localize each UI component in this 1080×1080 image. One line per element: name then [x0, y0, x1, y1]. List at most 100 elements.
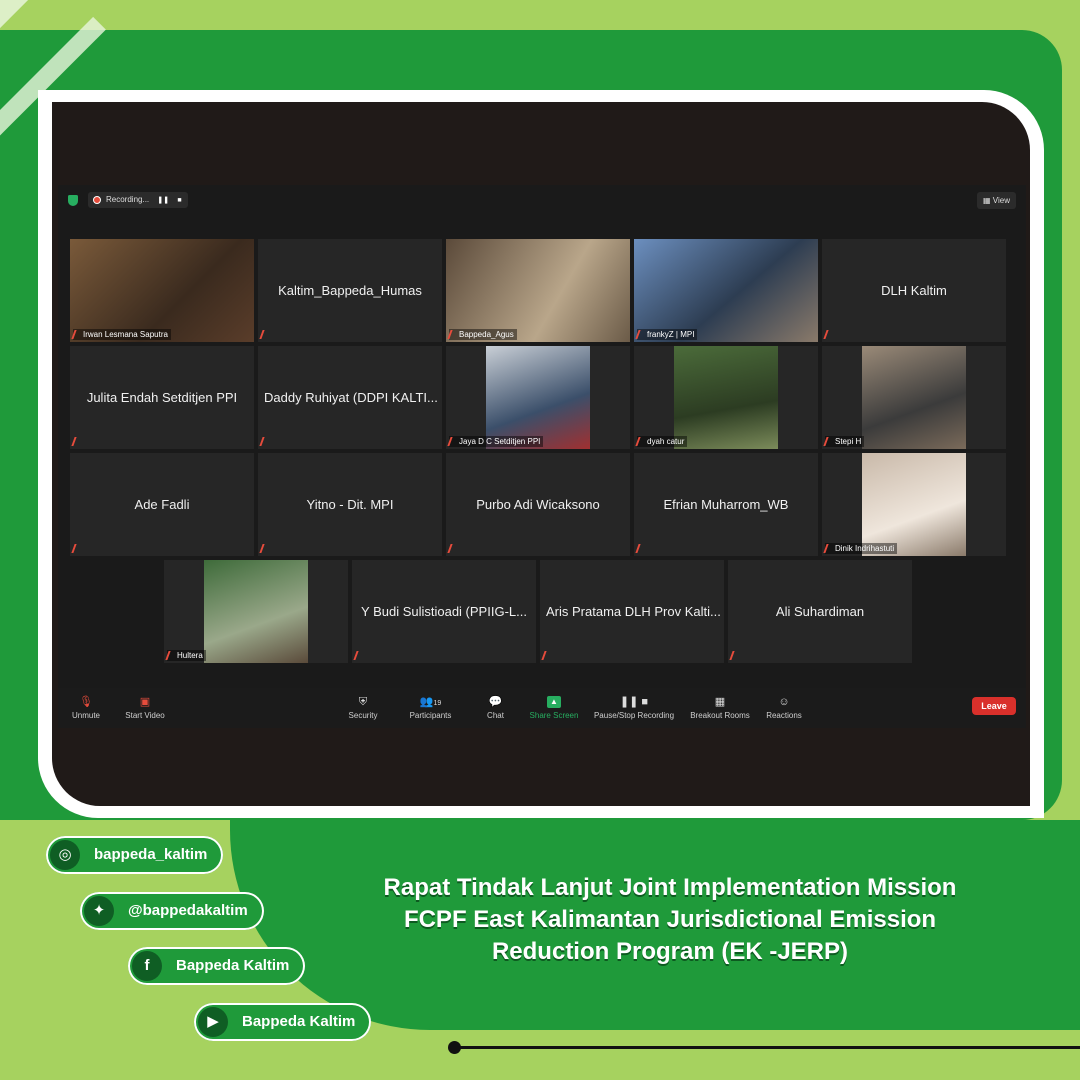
top-strip	[0, 0, 1080, 30]
participant-video	[634, 239, 818, 342]
view-label: View	[992, 196, 1010, 205]
muted-mic-icon	[353, 651, 363, 660]
pause-stop-recording-button[interactable]: ❚❚ ■ Pause/Stop Recording	[590, 696, 678, 720]
pause-icon[interactable]: ❚❚	[157, 193, 169, 209]
unmute-label: Unmute	[71, 711, 100, 720]
instagram-handle[interactable]: ◎ bappeda_kaltim	[46, 836, 224, 874]
participant-name: Aris Pratama DLH Prov Kalti...	[546, 604, 721, 619]
twitter-handle[interactable]: ✦ @bappedakaltim	[80, 892, 264, 930]
muted-mic-icon	[71, 544, 81, 553]
muted-mic-icon	[259, 437, 269, 446]
mic-muted-icon: 🎙	[79, 696, 93, 708]
participants-count: 19	[433, 700, 442, 707]
participant-name-label: Dinik Indrihastuti	[825, 543, 898, 554]
participant-tile[interactable]: Efrian Muharrom_WB	[634, 453, 818, 556]
recording-indicator[interactable]: Recording... ❚❚ ■	[88, 192, 188, 208]
youtube-label: Bappeda Kaltim	[242, 1013, 356, 1030]
youtube-icon: ▶	[198, 1007, 228, 1037]
event-title: Rapat Tindak Lanjut Joint Implementation…	[300, 872, 1040, 968]
breakout-rooms-icon: ▦	[714, 696, 726, 708]
participants-icon: 👥19	[419, 696, 442, 708]
participant-tile[interactable]: Ali Suhardiman	[728, 560, 912, 663]
chat-label: Chat	[487, 711, 504, 720]
participant-video	[674, 346, 778, 449]
stop-icon[interactable]: ■	[177, 193, 181, 209]
participant-tile[interactable]: Yitno - Dit. MPI	[258, 453, 442, 556]
participant-tile[interactable]: Irwan Lesmana Saputra	[70, 239, 254, 342]
muted-mic-icon	[729, 651, 739, 660]
twitter-label: @bappedakaltim	[128, 902, 248, 919]
zoom-topbar: Recording... ❚❚ ■ ▦ View	[58, 185, 1026, 215]
reactions-button[interactable]: ☺ Reactions	[760, 696, 808, 720]
pause-stop-icon: ❚❚ ■	[619, 696, 649, 708]
participant-video	[204, 560, 308, 663]
share-screen-button[interactable]: ▲ Share Screen	[526, 696, 582, 720]
participant-tile[interactable]: Stepi H	[822, 346, 1006, 449]
participant-tile[interactable]: Daddy Ruhiyat (DDPI KALTI...	[258, 346, 442, 449]
participant-name-label: frankyZ | MPI	[637, 329, 698, 340]
view-button[interactable]: ▦ View	[977, 192, 1016, 209]
leave-button[interactable]: Leave	[972, 697, 1016, 715]
youtube-handle[interactable]: ▶ Bappeda Kaltim	[194, 1003, 372, 1041]
participants-button[interactable]: 👥19 Participants	[403, 696, 458, 720]
participant-name-label: Irwan Lesmana Saputra	[73, 329, 171, 340]
participant-name: Ade Fadli	[134, 497, 190, 512]
muted-mic-icon	[259, 544, 269, 553]
chat-button[interactable]: 💬 Chat	[478, 696, 513, 720]
facebook-icon: f	[132, 951, 162, 981]
facebook-label: Bappeda Kaltim	[176, 957, 290, 974]
security-button[interactable]: ⛨ Security	[343, 696, 383, 720]
participant-tile[interactable]: Purbo Adi Wicaksono	[446, 453, 630, 556]
participant-name-label: Bappeda_Agus	[449, 329, 517, 340]
participant-video	[862, 453, 966, 556]
start-video-button[interactable]: ▣ Start Video	[120, 696, 170, 720]
participant-tile[interactable]: Aris Pratama DLH Prov Kalti...	[540, 560, 724, 663]
title-line-2: FCPF East Kalimantan Jurisdictional Emis…	[403, 906, 937, 933]
participant-tile[interactable]: Kaltim_Bappeda_Humas	[258, 239, 442, 342]
participant-tile[interactable]: Hultera	[164, 560, 348, 663]
decor-line	[455, 1046, 1080, 1049]
muted-mic-icon	[447, 544, 457, 553]
shield-icon: ⛨	[358, 696, 368, 708]
participant-name: Purbo Adi Wicaksono	[476, 497, 600, 512]
muted-mic-icon	[259, 330, 269, 339]
participant-tile[interactable]: frankyZ | MPI	[634, 239, 818, 342]
participant-name: Y Budi Sulistioadi (PPIIG-L...	[361, 604, 527, 619]
participant-tile[interactable]: Bappeda_Agus	[446, 239, 630, 342]
instagram-icon: ◎	[50, 840, 80, 870]
twitter-icon: ✦	[84, 896, 114, 926]
participant-tile[interactable]: dyah catur	[634, 346, 818, 449]
participant-name: Kaltim_Bappeda_Humas	[278, 283, 422, 298]
participant-tile[interactable]: Dinik Indrihastuti	[822, 453, 1006, 556]
muted-mic-icon	[71, 437, 81, 446]
participant-tile[interactable]: Ade Fadli	[70, 453, 254, 556]
zoom-toolbar: 🎙 Unmute ▣ Start Video ⛨ Security 👥19 Partic…	[58, 688, 1026, 728]
reactions-icon: ☺	[778, 696, 790, 708]
zoom-window: Recording... ❚❚ ■ ▦ View Irwan Lesmana S…	[58, 185, 1026, 728]
participant-video	[862, 346, 966, 449]
participant-tile[interactable]: DLH Kaltim	[822, 239, 1006, 342]
muted-mic-icon	[823, 330, 833, 339]
title-line-1: Rapat Tindak Lanjut Joint Implementation…	[383, 874, 957, 901]
title-line-3: Reduction Program (EK -JERP)	[491, 938, 849, 965]
security-shield-icon[interactable]	[68, 195, 78, 206]
participants-label: Participants	[409, 711, 452, 720]
participant-tile[interactable]: Julita Endah Setditjen PPI	[70, 346, 254, 449]
participant-name-label: Jaya D C Setditjen PPI	[449, 436, 544, 447]
video-off-icon: ▣	[139, 696, 151, 708]
security-label: Security	[348, 711, 378, 720]
recording-label: Recording...	[106, 195, 150, 204]
participant-tile[interactable]: Jaya D C Setditjen PPI	[446, 346, 630, 449]
start-video-label: Start Video	[125, 711, 165, 720]
pause-recording-label: Pause/Stop Recording	[593, 711, 675, 720]
unmute-button[interactable]: 🎙 Unmute	[66, 696, 106, 720]
participant-name: Ali Suhardiman	[775, 604, 865, 619]
participant-video	[486, 346, 590, 449]
reactions-label: Reactions	[766, 711, 802, 720]
chat-icon: 💬	[488, 696, 503, 708]
breakout-rooms-button[interactable]: ▦ Breakout Rooms	[686, 696, 754, 720]
share-screen-label: Share Screen	[529, 711, 579, 720]
facebook-handle[interactable]: f Bappeda Kaltim	[128, 947, 306, 985]
participant-name: Daddy Ruhiyat (DDPI KALTI...	[264, 390, 438, 405]
participant-tile[interactable]: Y Budi Sulistioadi (PPIIG-L...	[352, 560, 536, 663]
